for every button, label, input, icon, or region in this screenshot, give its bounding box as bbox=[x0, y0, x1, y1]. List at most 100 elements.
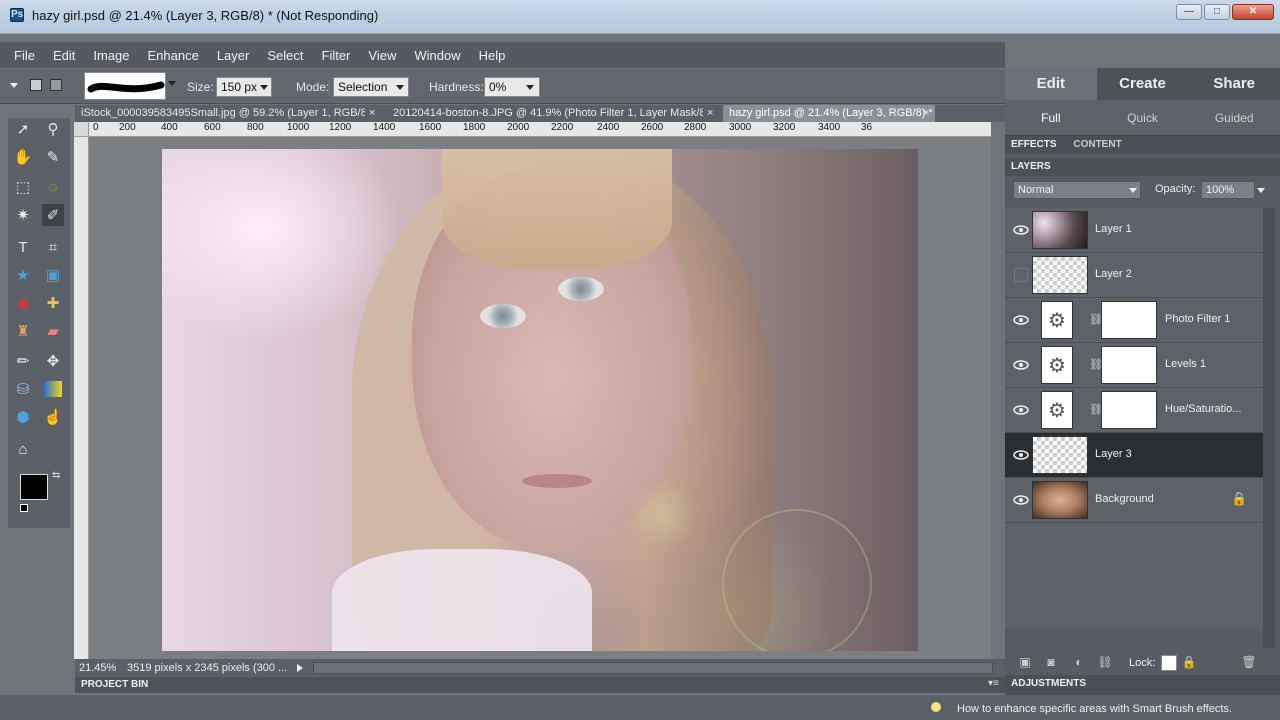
blend-mode-select[interactable]: Normal bbox=[1013, 181, 1141, 199]
layer-name[interactable]: Hue/Saturatio... bbox=[1165, 403, 1241, 415]
layer-name[interactable]: Layer 1 bbox=[1095, 223, 1132, 235]
minimize-button[interactable]: — bbox=[1176, 4, 1202, 20]
magic-wand-tool-icon[interactable]: ✷ bbox=[12, 204, 34, 226]
tab-hazy-girl-doc[interactable]: hazy girl.psd @ 21.4% (Layer 3, RGB/8) * bbox=[723, 105, 935, 122]
straighten-tool-icon[interactable]: ▣ bbox=[42, 264, 64, 286]
impressionist-brush-tool-icon[interactable]: ✥ bbox=[42, 350, 64, 372]
layer-row[interactable]: ⚙ ⛓ Levels 1 bbox=[1005, 343, 1263, 388]
menu-layer[interactable]: Layer bbox=[217, 48, 250, 63]
menu-edit[interactable]: Edit bbox=[53, 48, 75, 63]
layer-name[interactable]: Background bbox=[1095, 493, 1154, 505]
new-layer-icon[interactable]: ▣ bbox=[1017, 655, 1033, 671]
marquee-tool-icon[interactable]: ⬚ bbox=[12, 176, 34, 198]
tab-close-icon[interactable]: × bbox=[369, 107, 375, 119]
zoom-readout[interactable]: 21.45% bbox=[79, 662, 116, 674]
link-layers-icon[interactable]: ⛓ bbox=[1097, 655, 1113, 671]
tab-full[interactable]: Full bbox=[1005, 100, 1097, 135]
healing-brush-tool-icon[interactable]: ✚ bbox=[42, 292, 64, 314]
add-mask-icon[interactable]: ◙ bbox=[1043, 655, 1059, 671]
close-button[interactable]: ✕ bbox=[1232, 4, 1274, 20]
clone-stamp-tool-icon[interactable]: ♜ bbox=[12, 320, 34, 342]
layer-row[interactable]: Layer 1 bbox=[1005, 208, 1263, 253]
brush-tool-icon[interactable]: ✏ bbox=[12, 350, 34, 372]
visibility-eye-icon[interactable] bbox=[1013, 312, 1029, 328]
maximize-button[interactable]: □ bbox=[1204, 4, 1230, 20]
layer-name[interactable]: Photo Filter 1 bbox=[1165, 313, 1230, 325]
new-selection-icon[interactable] bbox=[30, 79, 42, 91]
tab-close-icon[interactable]: × bbox=[707, 107, 713, 119]
eraser-tool-icon[interactable]: ▰ bbox=[42, 320, 64, 342]
lock-transparency-icon[interactable] bbox=[1161, 655, 1177, 671]
crop-tool-icon[interactable]: ⌗ bbox=[42, 236, 64, 258]
mode-caret-icon[interactable] bbox=[396, 85, 404, 90]
smudge-tool-icon[interactable]: ☝ bbox=[42, 406, 64, 428]
layer-name[interactable]: Levels 1 bbox=[1165, 358, 1206, 370]
swap-colors-icon[interactable]: ⇆ bbox=[52, 470, 60, 481]
canvas-area[interactable] bbox=[89, 137, 991, 659]
visibility-toggle-off[interactable] bbox=[1014, 268, 1028, 282]
size-caret-icon[interactable] bbox=[260, 85, 268, 90]
visibility-eye-icon[interactable] bbox=[1013, 357, 1029, 373]
hardness-caret-icon[interactable] bbox=[526, 85, 534, 90]
project-bin-header[interactable]: PROJECT BIN bbox=[75, 677, 1005, 693]
smart-brush-tool-icon[interactable]: ✐ bbox=[42, 204, 64, 226]
tab-content[interactable]: CONTENT bbox=[1073, 139, 1121, 150]
opacity-caret-icon[interactable] bbox=[1257, 188, 1265, 193]
foreground-color-swatch[interactable] bbox=[20, 474, 48, 500]
tab-istock-doc[interactable]: iStock_000039583495Small.jpg @ 59.2% (La… bbox=[75, 105, 365, 122]
tab-edit[interactable]: Edit bbox=[1005, 68, 1097, 100]
visibility-eye-icon[interactable] bbox=[1013, 222, 1029, 238]
menu-file[interactable]: File bbox=[14, 48, 35, 63]
menu-window[interactable]: Window bbox=[414, 48, 460, 63]
brush-picker-caret-icon[interactable] bbox=[168, 81, 176, 86]
trash-icon[interactable]: 🗑 bbox=[1241, 655, 1257, 671]
default-colors-icon[interactable] bbox=[20, 504, 28, 512]
layer-row-selected[interactable]: Layer 3 bbox=[1005, 433, 1263, 478]
adjustment-layer-icon[interactable]: ◐ bbox=[1071, 655, 1087, 671]
layer-mask-thumbnail[interactable] bbox=[1101, 301, 1157, 339]
lock-all-icon[interactable]: 🔒 bbox=[1181, 655, 1197, 671]
cookie-cutter-tool-icon[interactable]: ★ bbox=[12, 264, 34, 286]
tab-effects[interactable]: EFFECTS bbox=[1011, 139, 1057, 150]
eyedropper-tool-icon[interactable]: ✎ bbox=[42, 146, 64, 168]
brush-preview[interactable] bbox=[84, 72, 166, 100]
menu-view[interactable]: View bbox=[368, 48, 396, 63]
visibility-eye-icon[interactable] bbox=[1013, 447, 1029, 463]
type-tool-icon[interactable]: T bbox=[12, 236, 34, 258]
menu-filter[interactable]: Filter bbox=[322, 48, 351, 63]
tab-create[interactable]: Create bbox=[1097, 68, 1189, 100]
status-menu-arrow-icon[interactable] bbox=[297, 664, 303, 672]
menu-help[interactable]: Help bbox=[479, 48, 506, 63]
add-to-selection-icon[interactable] bbox=[50, 79, 62, 91]
document-image[interactable] bbox=[162, 149, 918, 651]
menu-image[interactable]: Image bbox=[93, 48, 129, 63]
menu-select[interactable]: Select bbox=[267, 48, 303, 63]
layer-row[interactable]: Layer 2 bbox=[1005, 253, 1263, 298]
lasso-tool-icon[interactable]: ◌ bbox=[42, 176, 64, 198]
shape-tool-icon[interactable]: ⬢ bbox=[12, 406, 34, 428]
project-bin-menu-icon[interactable]: ▾≡ bbox=[988, 678, 999, 689]
horizontal-scrollbar[interactable] bbox=[313, 662, 993, 674]
blend-mode-caret-icon[interactable] bbox=[1129, 188, 1137, 193]
layer-name[interactable]: Layer 3 bbox=[1095, 448, 1132, 460]
move-tool-icon[interactable]: ➚ bbox=[12, 118, 34, 140]
layer-mask-thumbnail[interactable] bbox=[1101, 346, 1157, 384]
hand-tool-icon[interactable]: ✋ bbox=[12, 146, 34, 168]
tab-close-icon[interactable]: × bbox=[923, 107, 929, 119]
layer-name[interactable]: Layer 2 bbox=[1095, 268, 1132, 280]
layer-row[interactable]: Background 🔒 bbox=[1005, 478, 1263, 523]
visibility-eye-icon[interactable] bbox=[1013, 402, 1029, 418]
gradient-tool-icon[interactable] bbox=[44, 381, 62, 397]
layers-scrollbar[interactable] bbox=[1263, 208, 1275, 648]
ruler-origin[interactable] bbox=[74, 122, 89, 137]
paint-bucket-tool-icon[interactable]: ⛁ bbox=[12, 378, 34, 400]
visibility-eye-icon[interactable] bbox=[1013, 492, 1029, 508]
menu-enhance[interactable]: Enhance bbox=[148, 48, 199, 63]
zoom-tool-icon[interactable]: ⚲ bbox=[42, 118, 64, 140]
layer-row[interactable]: ⚙ ⛓ Hue/Saturatio... bbox=[1005, 388, 1263, 433]
tab-quick[interactable]: Quick bbox=[1097, 100, 1189, 135]
red-eye-tool-icon[interactable]: ◉ bbox=[12, 292, 34, 314]
layer-mask-thumbnail[interactable] bbox=[1101, 391, 1157, 429]
opacity-field[interactable]: 100% bbox=[1201, 181, 1255, 199]
tool-preset-caret-icon[interactable] bbox=[10, 83, 18, 88]
